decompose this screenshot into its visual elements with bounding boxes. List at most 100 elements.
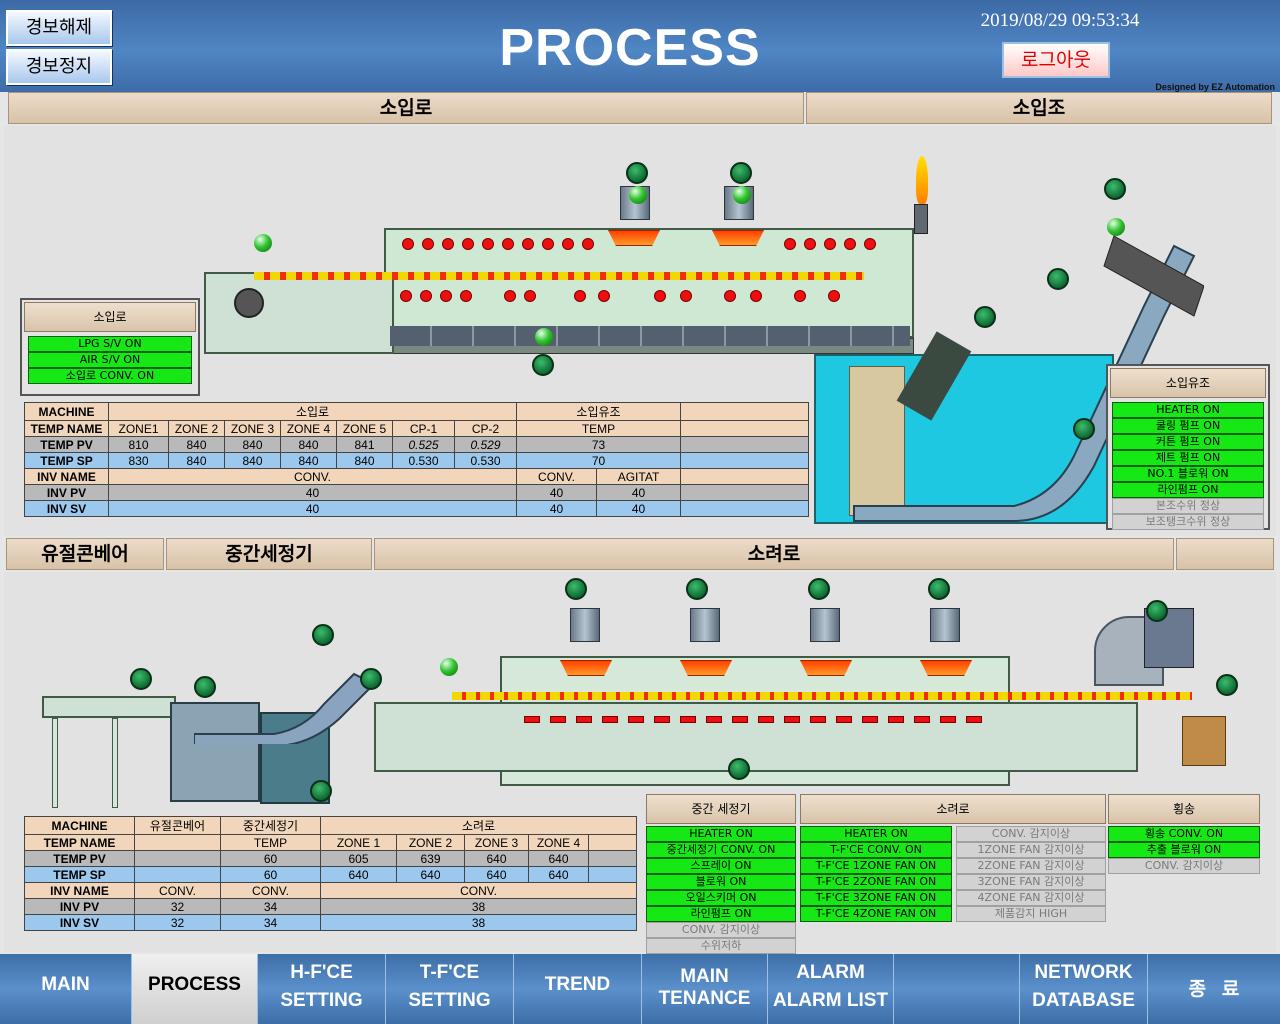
zone-indicator [422,238,434,250]
fan-motor-zone-1 [570,608,600,642]
panel-title: 횡송 [1108,794,1260,824]
nav-label: TREND [544,974,611,995]
row-inv-name: INV NAME [24,468,109,485]
zone-indicator [442,238,454,250]
status-cooling-pump: 쿨링 펌프 ON [1112,418,1264,434]
status-low-level: 수위저하 [646,938,796,954]
nav-label: SETTING [280,990,363,1011]
heat-element [914,716,930,723]
status-conv-fault: CONV. 감지이상 [646,922,796,938]
panel-title: 소려로 [800,794,1106,824]
status-lamp [130,668,152,690]
nav-label: 종 료 [1188,979,1240,1000]
nav-main[interactable]: MAIN [0,954,132,1024]
nav-tfce-setting[interactable]: T-F'CE SETTING [386,954,514,1024]
transfer-bin [1182,716,1226,766]
status-tfce-conv: T-F'CE CONV. ON [800,842,952,858]
nav-process[interactable]: PROCESS [132,954,258,1024]
temp-sp-value: 0.530 [454,452,517,469]
nav-trend[interactable]: TREND [514,954,642,1024]
col-machine: MACHINE [24,402,109,421]
col-washer: 중간세정기 [220,816,321,835]
zone-header: ZONE 1 [320,834,397,851]
zone-indicator [804,238,816,250]
col-tempering: 소려로 [319,816,638,835]
status-oil-skimmer: 오일스키머 ON [646,890,796,906]
row-inv-sv: INV SV [24,500,109,517]
status-lamp [728,758,750,780]
alarm-stop-button[interactable]: 경보정지 [6,49,112,85]
status-zone1-fan: T-F'CE 1ZONE FAN ON [800,858,952,874]
alarm-reset-button[interactable]: 경보해제 [6,10,112,46]
group-quench-furnace: 소입로 [108,402,517,421]
washer-temp-pv: 60 [220,850,321,867]
nav-label: MAIN [680,966,729,987]
nav-empty[interactable] [894,954,1020,1024]
status-lamp [686,578,708,600]
temp-sp-value: 640 [528,866,589,883]
fan-motor-zone-4 [930,608,960,642]
group-quench-oil: 소입유조 [515,402,682,421]
nav-label: DATABASE [1032,990,1135,1011]
status-zone2-fan: T-F'CE 2ZONE FAN ON [800,874,952,890]
inv-sv-value: 40 [516,500,597,517]
nav-exit[interactable]: 종 료 [1148,954,1280,1024]
inv-pv-value: 34 [220,898,321,915]
oil-temp-sp: 70 [515,452,682,469]
section-quench-tank: 소입조 [806,92,1272,124]
zone-header: CP-2 [454,420,517,437]
nav-network[interactable]: NETWORK DATABASE [1020,954,1148,1024]
heat-element [836,716,852,723]
nav-hfce-setting[interactable]: H-F'CE SETTING [258,954,386,1024]
row-inv-sv: INV SV [24,914,135,931]
conveyor-leg [112,718,118,808]
washer-incline [194,672,376,744]
zone-header: ZONE1 [108,420,169,437]
status-transfer-conv: 횡송 CONV. ON [1108,826,1260,842]
furnace-lower-panels [390,326,910,346]
temp-sp-value: 0.530 [392,452,455,469]
zone-header: ZONE 5 [336,420,393,437]
panel-title: 중간 세정기 [646,794,796,824]
zone-indicator [440,290,452,302]
zone-indicator [522,238,534,250]
zone-indicator [542,238,554,250]
heat-element [966,716,982,723]
status-zone3-fan: T-F'CE 3ZONE FAN ON [800,890,952,906]
indicator-ball [1107,218,1125,236]
status-line-pump: 라인펌프 ON [646,906,796,922]
status-heater: HEATER ON [800,826,952,842]
nav-alarm[interactable]: ALARM ALARM LIST [768,954,894,1024]
zone-indicator [524,290,536,302]
col-machine: MACHINE [24,816,135,835]
status-quench-conv: 소입로 CONV. ON [28,368,192,384]
zone-indicator [562,238,574,250]
nav-label: H-F'CE [290,962,353,983]
status-zone1-fault: 1ZONE FAN 감지이상 [956,842,1106,858]
logout-button[interactable]: 로그아웃 [1002,42,1110,78]
inv-sv-value: 40 [108,500,517,517]
temp-sp-value: 830 [108,452,169,469]
heat-element [602,716,618,723]
status-curtain-pump: 커튼 펌프 ON [1112,434,1264,450]
status-blower: 블로워 ON [646,874,796,890]
temper-on-list: HEATER ON T-F'CE CONV. ON T-F'CE 1ZONE F… [800,826,952,922]
status-lamp [730,162,752,184]
section-blank [1176,538,1274,570]
nav-maintenance[interactable]: MAIN TENANCE [642,954,768,1024]
indicator-ball [733,186,751,204]
temp-sp-value: 840 [168,452,225,469]
temp-pv-value: 640 [528,850,589,867]
zone-header: CP-1 [392,420,455,437]
status-zone2-fault: 2ZONE FAN 감지이상 [956,858,1106,874]
zone-indicator [482,238,494,250]
heat-element [654,716,670,723]
quench-data-table: MACHINE 소입로 소입유조 TEMP NAME ZONE1 ZONE 2 … [24,402,810,517]
inv-sv-value: 38 [319,914,638,931]
nav-label: PROCESS [148,974,241,995]
empty-cell [587,850,638,867]
inv-pv-value: 38 [319,898,638,915]
flame-icon [916,156,928,204]
status-product-high: 제품감지 HIGH [956,906,1106,922]
zone-header: ZONE 2 [396,834,465,851]
